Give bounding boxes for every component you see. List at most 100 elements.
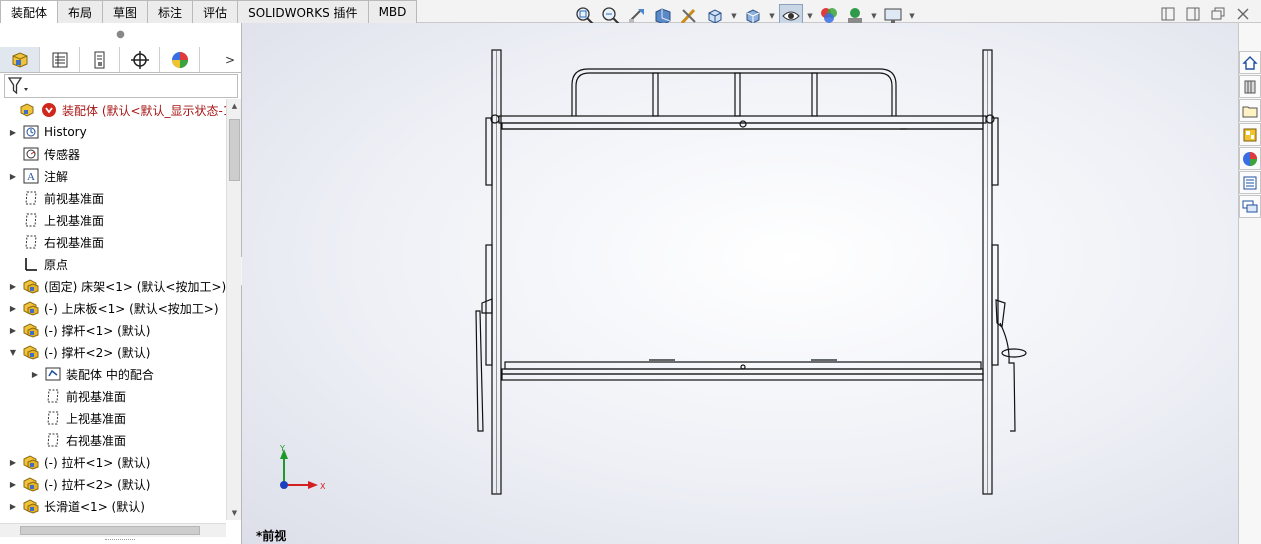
- appearances-icon[interactable]: [1239, 147, 1261, 170]
- tree-item-label: 注解: [44, 169, 69, 184]
- tile-left-icon[interactable]: [1160, 6, 1176, 22]
- tree-item[interactable]: ▶ (-) 上床板<1> (默认<按加工>): [0, 297, 219, 319]
- view-name-label: *前视: [256, 529, 287, 543]
- tree-item[interactable]: ▼ (-) 撑杆<2> (默认): [0, 341, 150, 363]
- restore-icon[interactable]: [1210, 6, 1226, 22]
- tree-item-label: 装配体 (默认<默认_显示状态-1>): [62, 103, 226, 118]
- property-manager-icon[interactable]: [40, 47, 80, 72]
- tree-item[interactable]: ▶ (固定) 床架<1> (默认<按加工>): [0, 275, 226, 297]
- view-palette-icon[interactable]: [1239, 123, 1261, 146]
- tab-markup[interactable]: 标注: [147, 0, 194, 23]
- annotation-icon: A: [22, 167, 40, 185]
- ribbon-tabs: 装配体 布局 草图 标注 评估 SOLIDWORKS 插件 MBD: [0, 0, 418, 23]
- forum-icon[interactable]: [1239, 195, 1261, 218]
- tree-item[interactable]: ▶ (-) 拉杆<2> (默认): [0, 473, 150, 495]
- custom-properties-icon[interactable]: [1239, 171, 1261, 194]
- tree-item[interactable]: ▶ (-) 撑杆<1> (默认): [0, 319, 150, 341]
- plane-icon: [44, 409, 62, 427]
- tree-item-label: (-) 撑杆<1> (默认): [44, 323, 151, 338]
- sensor-icon: [22, 145, 40, 163]
- tab-assembly[interactable]: 装配体: [0, 0, 59, 23]
- chevron-right-icon[interactable]: >: [225, 53, 235, 67]
- tree-item[interactable]: 原点: [0, 253, 68, 275]
- graphics-area[interactable]: Y X *前视: [242, 23, 1238, 544]
- display-manager-icon[interactable]: [160, 47, 200, 72]
- window-controls: [1160, 6, 1251, 22]
- tree-item-label: 上视基准面: [66, 411, 127, 426]
- expand-arrow-icon[interactable]: ▶: [8, 480, 18, 489]
- scroll-down-icon[interactable]: ▼: [227, 506, 242, 520]
- tree-item-label: 原点: [44, 257, 69, 272]
- part-icon: [22, 453, 40, 471]
- tree-horizontal-scrollbar[interactable]: [0, 523, 226, 537]
- part-icon: [22, 343, 40, 361]
- expand-arrow-icon[interactable]: ▶: [30, 370, 40, 379]
- plane-icon: [22, 233, 40, 251]
- collapse-arrow-icon[interactable]: ▼: [8, 348, 18, 357]
- panel-grip[interactable]: ●: [0, 23, 241, 45]
- scroll-up-icon[interactable]: ▲: [227, 99, 242, 113]
- tree-item-label: 前视基准面: [66, 389, 127, 404]
- tree-item-label: (-) 拉杆<1> (默认): [44, 455, 151, 470]
- expand-arrow-icon[interactable]: ▶: [8, 128, 18, 137]
- configuration-manager-icon[interactable]: [80, 47, 120, 72]
- part-icon: [22, 497, 40, 515]
- tree-item[interactable]: ▶ History: [0, 121, 87, 143]
- tree-item-label: (-) 上床板<1> (默认<按加工>): [44, 301, 219, 316]
- expand-arrow-icon[interactable]: ▶: [8, 458, 18, 467]
- feature-tree: 装配体 (默认<默认_显示状态-1>)▶History传感器▶A注解前视基准面上…: [0, 99, 226, 520]
- tree-filter-button[interactable]: [4, 74, 238, 98]
- tree-item-label: 前视基准面: [44, 191, 105, 206]
- expand-arrow-icon[interactable]: ▶: [8, 304, 18, 313]
- feature-manager-panel: ● > 装配体 (默认<默认_显示状态-1>) ▶ History 传感器 ▶ A 注解前视…: [0, 23, 242, 544]
- tree-root-assembly[interactable]: 装配体 (默认<默认_显示状态-1>): [0, 99, 226, 121]
- tree-item-label: 右视基准面: [44, 235, 105, 250]
- tree-item[interactable]: 前视基准面: [0, 385, 126, 407]
- tree-item[interactable]: 前视基准面: [0, 187, 104, 209]
- design-library-icon[interactable]: [1239, 75, 1261, 98]
- tree-item-label: 长滑道<1> (默认): [44, 499, 145, 514]
- assembly-icon: [18, 101, 36, 119]
- expand-arrow-icon[interactable]: ▶: [8, 172, 18, 181]
- plane-icon: [22, 189, 40, 207]
- tab-layout[interactable]: 布局: [57, 0, 104, 23]
- part-icon: [22, 321, 40, 339]
- tree-item[interactable]: ▶ (-) 拉杆<1> (默认): [0, 451, 150, 473]
- bunk-bed-assembly-model: [475, 49, 1027, 495]
- tree-item[interactable]: ▶ 装配体 中的配合: [0, 363, 154, 385]
- file-explorer-icon[interactable]: [1239, 99, 1261, 122]
- tree-vertical-scrollbar[interactable]: ▲ ▼: [226, 99, 241, 520]
- part-icon: [22, 475, 40, 493]
- panel-bottom-grip[interactable]: [105, 539, 135, 543]
- tree-item[interactable]: 右视基准面: [0, 429, 126, 451]
- tab-mbd[interactable]: MBD: [367, 0, 418, 23]
- tree-item[interactable]: ▶ 长滑道<1> (默认): [0, 495, 145, 517]
- tree-item[interactable]: 右视基准面: [0, 231, 104, 253]
- close-icon[interactable]: [1235, 6, 1251, 22]
- horizontal-scrollbar-thumb[interactable]: [20, 526, 200, 535]
- tab-solidworks-addins[interactable]: SOLIDWORKS 插件: [237, 0, 369, 23]
- tab-evaluate[interactable]: 评估: [192, 0, 239, 23]
- triad-y-label: Y: [280, 444, 285, 453]
- feature-manager-tabs: [0, 47, 242, 73]
- expand-arrow-icon[interactable]: ▶: [8, 282, 18, 291]
- expand-arrow-icon[interactable]: ▶: [8, 326, 18, 335]
- history-icon: [22, 123, 40, 141]
- expand-arrow-icon[interactable]: ▶: [8, 502, 18, 511]
- tree-item[interactable]: 上视基准面: [0, 407, 126, 429]
- tree-item[interactable]: ▶ A 注解: [0, 165, 68, 187]
- solidworks-resources-icon[interactable]: [1239, 51, 1261, 74]
- tree-item[interactable]: 上视基准面: [0, 209, 104, 231]
- mates-icon: [44, 365, 62, 383]
- tree-item[interactable]: 传感器: [0, 143, 80, 165]
- tree-item-label: (-) 拉杆<2> (默认): [44, 477, 151, 492]
- dimxpert-manager-icon[interactable]: [120, 47, 160, 72]
- task-pane: [1238, 23, 1261, 544]
- tab-sketch[interactable]: 草图: [102, 0, 149, 23]
- featuremanager-tree-icon[interactable]: [0, 47, 40, 72]
- scrollbar-thumb[interactable]: [229, 119, 240, 181]
- tile-right-icon[interactable]: [1185, 6, 1201, 22]
- triad-x-label: X: [320, 482, 326, 491]
- rebuild-error-icon[interactable]: [40, 101, 58, 119]
- origin-icon: [22, 255, 40, 273]
